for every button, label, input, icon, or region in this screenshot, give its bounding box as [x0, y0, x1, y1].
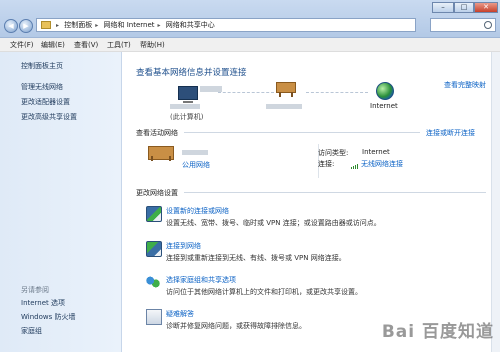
breadcrumb-item[interactable]: 网络和 Internet — [104, 21, 155, 29]
homegroup-sharing-link[interactable]: 选择家庭组和共享选项 — [166, 275, 236, 285]
connect-to-network-link[interactable]: 连接到网络 — [166, 241, 201, 251]
watermark: Bai 百度知道 — [382, 317, 494, 342]
search-icon — [484, 21, 492, 29]
network-name-label — [266, 104, 302, 109]
network-name-label — [182, 150, 208, 155]
wireless-connection[interactable]: 无线网络连接 — [351, 159, 403, 169]
sidebar-item-control-panel-home[interactable]: 控制面板主页 — [21, 61, 63, 71]
minimize-button[interactable]: – — [432, 2, 454, 13]
scrollbar[interactable] — [491, 52, 500, 352]
task-description: 连接到或重新连接到无线、有线、拨号或 VPN 网络连接。 — [166, 254, 346, 262]
title-bar: – □ ✕ ◀ ▶ ▸ 控制面板 ▸ 网络和 Internet ▸ 网络和共享中心 — [0, 0, 500, 38]
forward-button[interactable]: ▶ — [19, 19, 33, 33]
internet-globe-icon — [376, 82, 394, 100]
network-sharing-center-window: – □ ✕ ◀ ▶ ▸ 控制面板 ▸ 网络和 Internet ▸ 网络和共享中心 … — [0, 0, 500, 352]
active-network-panel: 公用网络 访问类型: Internet 连接: 无线网络连接 — [136, 142, 486, 182]
breadcrumb-item[interactable]: 网络和共享中心 — [166, 21, 215, 29]
sidebar-item-manage-wireless[interactable]: 管理无线网络 — [21, 82, 63, 92]
menu-edit[interactable]: 编辑(E) — [41, 40, 65, 50]
setup-connection-link[interactable]: 设置新的连接或网络 — [166, 206, 229, 216]
breadcrumb-item[interactable]: 控制面板 — [64, 21, 92, 29]
search-input[interactable] — [430, 18, 496, 32]
control-panel-icon — [41, 21, 51, 29]
network-setup-icon — [146, 206, 162, 222]
computer-name-label — [170, 104, 200, 109]
homegroup-icon — [146, 275, 160, 289]
connect-network-icon — [146, 241, 162, 257]
network-type-link[interactable]: 公用网络 — [182, 160, 210, 170]
maximize-button[interactable]: □ — [454, 2, 474, 13]
signal-strength-icon — [351, 161, 359, 169]
task-item: 连接到网络 连接到或重新连接到无线、有线、拨号或 VPN 网络连接。 — [136, 239, 486, 273]
access-type-value: Internet — [362, 148, 390, 156]
task-description: 诊断并修复网络问题，或获得故障排除信息。 — [166, 322, 306, 330]
connection-line — [218, 92, 274, 93]
task-description: 访问位于其他网络计算机上的文件和打印机，或更改共享设置。 — [166, 288, 362, 296]
back-button[interactable]: ◀ — [4, 19, 18, 33]
change-settings-heading: 更改网络设置 — [136, 189, 178, 197]
address-bar[interactable]: ▸ 控制面板 ▸ 网络和 Internet ▸ 网络和共享中心 — [36, 18, 416, 32]
wireless-connection-link[interactable]: 无线网络连接 — [361, 160, 403, 168]
menu-bar: 文件(F) 编辑(E) 查看(V) 工具(T) 帮助(H) — [0, 38, 500, 52]
see-also-heading: 另请参阅 — [21, 286, 49, 294]
computer-icon — [178, 86, 198, 103]
task-description: 设置无线、宽带、拨号、临时或 VPN 连接；或设置路由器或访问点。 — [166, 219, 381, 227]
menu-tools[interactable]: 工具(T) — [107, 40, 131, 50]
active-networks-heading: 查看活动网络 — [136, 129, 178, 137]
divider — [184, 132, 420, 133]
menu-view[interactable]: 查看(V) — [74, 40, 98, 50]
sidebar-item-firewall[interactable]: Windows 防火墙 — [21, 312, 75, 322]
troubleshoot-icon — [146, 309, 162, 325]
task-item: 选择家庭组和共享选项 访问位于其他网络计算机上的文件和打印机，或更改共享设置。 — [136, 273, 486, 307]
sidebar-item-adapter-settings[interactable]: 更改适配器设置 — [21, 97, 70, 107]
menu-file[interactable]: 文件(F) — [10, 40, 34, 50]
watermark-text: Bai 百度知道 — [381, 322, 494, 342]
connections-label: 连接: — [318, 160, 335, 168]
sidebar-item-homegroup[interactable]: 家庭组 — [21, 326, 42, 336]
task-item: 设置新的连接或网络 设置无线、宽带、拨号、临时或 VPN 连接；或设置路由器或访… — [136, 204, 486, 238]
close-button[interactable]: ✕ — [474, 2, 498, 13]
connection-line — [306, 92, 368, 93]
connect-disconnect-link[interactable]: 连接或断开连接 — [426, 128, 475, 138]
menu-help[interactable]: 帮助(H) — [140, 40, 165, 50]
network-map: (此计算机) Internet — [122, 74, 500, 124]
internet-label: Internet — [370, 102, 398, 110]
sidebar-item-internet-options[interactable]: Internet 选项 — [21, 298, 65, 308]
network-bench-icon — [148, 146, 174, 161]
divider — [184, 192, 486, 193]
main-content: 查看基本网络信息并设置连接 查看完整映射 (此计算机) Internet 查看活… — [122, 52, 500, 352]
access-type-label: 访问类型: — [318, 149, 349, 157]
left-navigation-pane: 控制面板主页 管理无线网络 更改适配器设置 更改高级共享设置 另请参阅 Inte… — [0, 52, 122, 352]
troubleshoot-link[interactable]: 疑难解答 — [166, 309, 194, 319]
network-bench-icon — [276, 82, 296, 97]
sidebar-item-advanced-sharing[interactable]: 更改高级共享设置 — [21, 112, 77, 122]
this-computer-caption: (此计算机) — [170, 113, 204, 121]
